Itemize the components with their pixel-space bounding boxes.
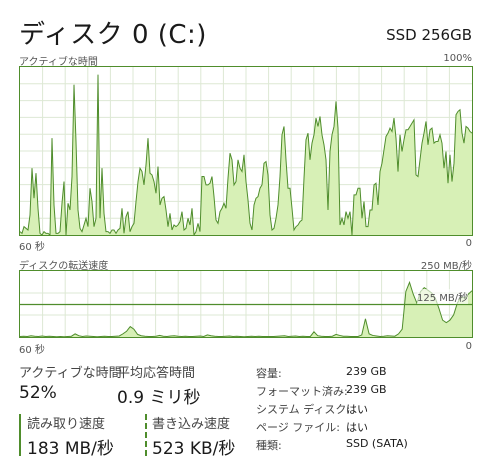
response-time-stat-label: 平均応答時間 bbox=[117, 366, 196, 381]
property-value-system-disk: はい bbox=[346, 403, 368, 416]
property-key-page-file: ページ ファイル: bbox=[256, 421, 340, 434]
active-time-stat-label: アクティブな時間 bbox=[19, 366, 122, 381]
property-key-system-disk: システム ディスク: bbox=[256, 403, 351, 416]
property-value-capacity: 239 GB bbox=[346, 365, 387, 378]
active-time-chart-max: 100% bbox=[443, 53, 472, 64]
active-time-chart-min: 0 bbox=[465, 238, 472, 249]
page-title: ディスク 0 (C:) bbox=[19, 20, 207, 50]
write-legend-line bbox=[145, 414, 147, 456]
active-time-chart-svg bbox=[20, 67, 472, 235]
property-value-formatted: 239 GB bbox=[346, 383, 387, 396]
transfer-chart-time-label: 60 秒 bbox=[19, 345, 45, 356]
active-time-stat-value: 52% bbox=[19, 383, 57, 403]
transfer-chart-svg bbox=[20, 271, 472, 337]
write-speed-label: 書き込み速度 bbox=[152, 417, 231, 432]
write-speed-value: 523 KB/秒 bbox=[152, 439, 236, 459]
disk-model: SSD 256GB bbox=[386, 26, 472, 44]
property-value-type: SSD (SATA) bbox=[346, 437, 408, 450]
read-speed-label: 読み取り速度 bbox=[27, 417, 106, 432]
property-key-type: 種類: bbox=[256, 439, 282, 452]
read-speed-value: 183 MB/秒 bbox=[27, 439, 114, 459]
active-time-chart bbox=[19, 66, 473, 236]
property-key-capacity: 容量: bbox=[256, 367, 282, 380]
read-legend-line bbox=[19, 414, 21, 456]
active-time-chart-time-label: 60 秒 bbox=[19, 242, 45, 253]
property-value-page-file: はい bbox=[346, 421, 368, 434]
response-time-stat-value: 0.9 ミリ秒 bbox=[117, 388, 201, 408]
transfer-chart bbox=[19, 270, 473, 338]
transfer-chart-marker-label: 125 MB/秒 bbox=[417, 289, 469, 304]
property-key-formatted: フォーマット済み: bbox=[256, 385, 348, 398]
transfer-chart-min: 0 bbox=[465, 341, 472, 352]
